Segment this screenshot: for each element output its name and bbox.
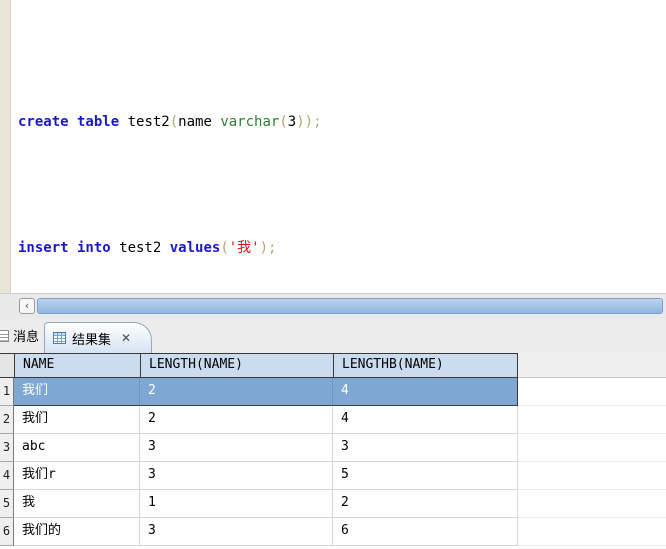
cell-name[interactable]: 我们 — [14, 406, 140, 434]
scrollbar-thumb[interactable] — [37, 298, 663, 314]
sql-ide-window: create table test2(name varchar(3)); ins… — [0, 0, 666, 549]
cell-name[interactable]: abc — [14, 434, 140, 462]
table-row[interactable]: 3 abc 3 3 — [0, 434, 666, 462]
cell-length[interactable]: 3 — [140, 462, 333, 490]
row-number[interactable]: 4 — [0, 462, 14, 490]
cell-lengthb[interactable]: 5 — [333, 462, 518, 490]
sql-string: '我' — [229, 240, 260, 256]
row-number[interactable]: 3 — [0, 434, 14, 462]
tab-messages-label: 消息 — [13, 326, 39, 345]
code-line-insert: insert into test2 values('我'); — [18, 238, 666, 259]
table-row[interactable]: 2 我们 2 4 — [0, 406, 666, 434]
row-filler — [518, 434, 666, 462]
table-row[interactable]: 4 我们r 3 5 — [0, 462, 666, 490]
row-number[interactable]: 1 — [0, 378, 14, 406]
tab-close-icon[interactable]: ✕ — [121, 331, 131, 345]
scroll-left-button[interactable]: ‹ — [19, 298, 35, 314]
table-row-selected[interactable]: 1 我们 2 4 — [0, 378, 666, 406]
code-line-create: create table test2(name varchar(3)); — [18, 112, 666, 133]
sql-code[interactable]: create table test2(name varchar(3)); ins… — [18, 7, 666, 293]
cell-name[interactable]: 我 — [14, 490, 140, 518]
result-table-header: NAME LENGTH(NAME) LENGTHB(NAME) — [0, 353, 666, 378]
column-header-lengthb[interactable]: LENGTHB(NAME) — [333, 353, 518, 378]
tab-resultset-label: 结果集 — [72, 329, 111, 348]
row-filler — [518, 406, 666, 434]
sql-keyword: create table — [18, 114, 119, 130]
cell-lengthb[interactable]: 4 — [333, 378, 518, 406]
cell-name[interactable]: 我们r — [14, 462, 140, 490]
cell-name[interactable]: 我们 — [14, 378, 140, 406]
code-line-blank — [18, 49, 666, 70]
cell-lengthb[interactable]: 4 — [333, 406, 518, 434]
tab-resultset[interactable]: 结果集 ✕ — [44, 322, 152, 353]
cell-name[interactable]: 我们的 — [14, 518, 140, 546]
resultset-grid-icon — [53, 332, 66, 344]
row-filler — [518, 490, 666, 518]
column-header-length[interactable]: LENGTH(NAME) — [140, 353, 333, 378]
table-row[interactable]: 6 我们的 3 6 — [0, 518, 666, 546]
tab-messages[interactable]: 消息 — [0, 326, 39, 345]
row-filler — [518, 462, 666, 490]
cell-lengthb[interactable]: 6 — [333, 518, 518, 546]
row-filler — [518, 378, 666, 406]
cell-length[interactable]: 3 — [140, 434, 333, 462]
results-tab-bar: 消息 结果集 ✕ — [0, 319, 666, 353]
row-number-header — [0, 353, 14, 378]
sql-editor[interactable]: create table test2(name varchar(3)); ins… — [0, 0, 666, 293]
cell-length[interactable]: 2 — [140, 406, 333, 434]
editor-margin-strip — [0, 0, 11, 293]
row-filler — [518, 518, 666, 546]
column-header-name[interactable]: NAME — [14, 353, 140, 378]
row-number[interactable]: 5 — [0, 490, 14, 518]
result-table: NAME LENGTH(NAME) LENGTHB(NAME) 1 我们 2 4… — [0, 353, 666, 549]
row-number[interactable]: 6 — [0, 518, 14, 546]
cell-lengthb[interactable]: 2 — [333, 490, 518, 518]
cell-length[interactable]: 2 — [140, 378, 333, 406]
row-number[interactable]: 2 — [0, 406, 14, 434]
header-filler — [518, 353, 666, 378]
sql-type: varchar — [220, 114, 279, 130]
cell-lengthb[interactable]: 3 — [333, 434, 518, 462]
horizontal-scrollbar[interactable]: ‹ — [0, 293, 666, 319]
table-row[interactable]: 5 我 1 2 — [0, 490, 666, 518]
cell-length[interactable]: 1 — [140, 490, 333, 518]
cell-length[interactable]: 3 — [140, 518, 333, 546]
chevron-left-icon: ‹ — [25, 299, 29, 312]
code-line-blank — [18, 175, 666, 196]
messages-icon — [0, 330, 9, 342]
